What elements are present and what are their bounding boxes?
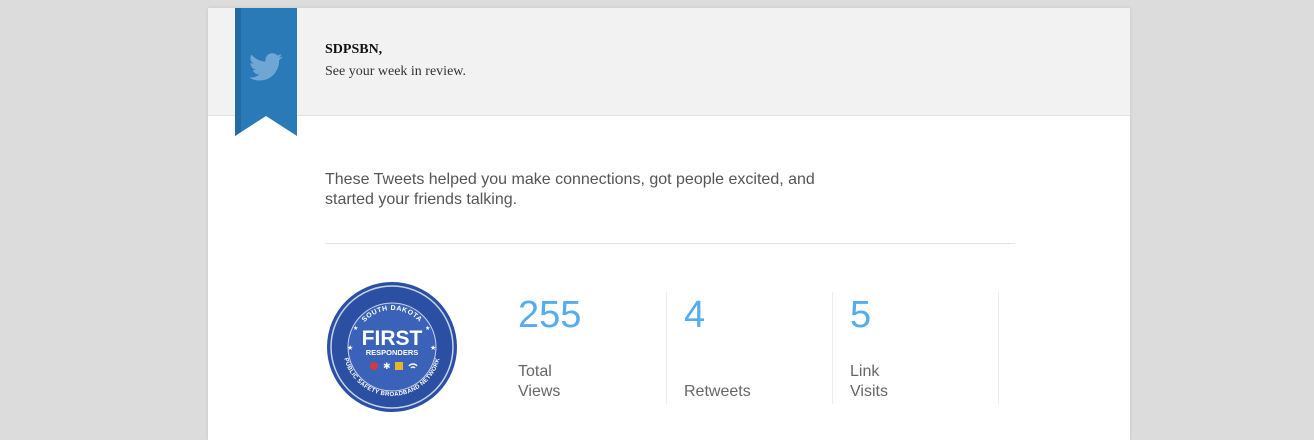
stat-label: Link Visits [850, 363, 888, 400]
svg-text:✱: ✱ [383, 361, 391, 371]
stat-label: Total Views [518, 363, 561, 400]
header-section: SDPSBN, See your week in review. [208, 8, 1130, 136]
stat-separator [998, 292, 999, 404]
twitter-ribbon-icon [235, 8, 297, 136]
divider [325, 243, 1015, 244]
star-icon: ★ [347, 344, 353, 352]
greeting-subtitle: See your week in review. [325, 64, 466, 79]
stat-separator [666, 292, 667, 404]
intro-text: These Tweets helped you make connections… [325, 171, 815, 208]
stat-separator [832, 292, 833, 404]
stat-value: 4 [684, 294, 706, 336]
stat-label: Retweets [684, 383, 751, 400]
stat-value: 5 [850, 294, 872, 336]
star-icon: ★ [353, 325, 358, 332]
logo-main-text: FIRST [362, 327, 423, 350]
star-icon: ★ [425, 325, 430, 332]
stat-value: 255 [518, 294, 582, 336]
greeting-name: SDPSBN, [325, 42, 383, 57]
email-card: SDPSBN, See your week in review. These T… [208, 8, 1130, 440]
logo-sub-text: RESPONDERS [366, 348, 419, 357]
star-icon: ★ [430, 344, 436, 352]
first-responders-logo: SOUTH DAKOTA PUBLIC SAFETY BROADBAND NET… [327, 282, 457, 412]
